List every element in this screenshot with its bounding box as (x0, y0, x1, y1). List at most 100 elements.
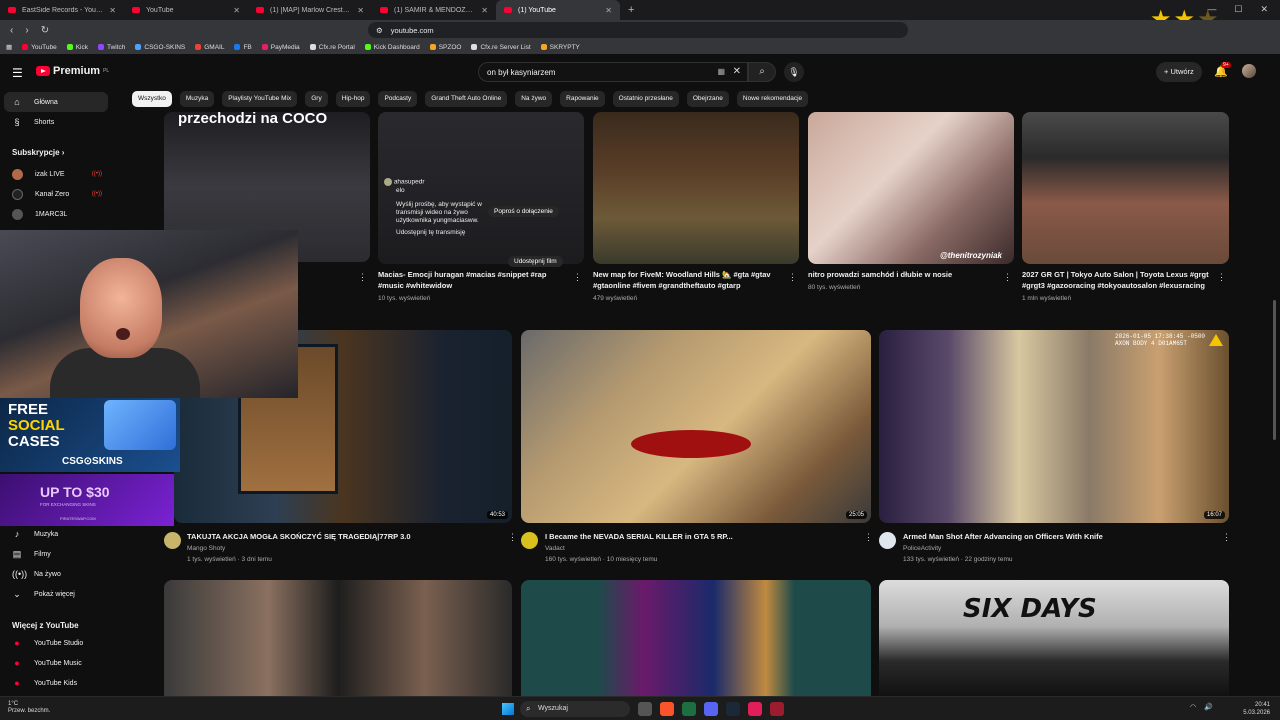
video-title[interactable]: TAKUJTA AKCJA MOGŁA SKOŃCZYĆ SIĘ TRAGEDI… (187, 531, 507, 542)
chip[interactable]: Ostatnio przesłane (612, 91, 679, 107)
request-to-join-button[interactable]: Poproś o dołączenie (488, 206, 559, 217)
sidebar-item-live[interactable]: ((•)) Na żywo (4, 564, 108, 584)
sidebar-item-home[interactable]: ⌂ Główna (4, 92, 108, 112)
forward-icon[interactable]: › (25, 25, 28, 36)
chip[interactable]: Muzyka (179, 91, 215, 107)
back-icon[interactable]: ‹ (10, 25, 13, 36)
apps-icon[interactable]: ▦ (6, 43, 12, 51)
more-options-icon[interactable]: ⋮ (788, 272, 797, 283)
bookmark[interactable]: Cfx.re Server List (471, 44, 531, 51)
wifi-icon[interactable]: ◠ (1190, 703, 1196, 711)
search-input[interactable]: on był kasyniarzem ▦ ✕ (478, 62, 748, 82)
close-icon[interactable]: ✕ (481, 6, 488, 15)
video-title[interactable]: Armed Man Shot After Advancing on Office… (903, 531, 1213, 542)
channel-name[interactable]: PoliceActivity (903, 543, 941, 554)
video-thumbnail[interactable] (1022, 112, 1229, 264)
url-field[interactable]: ⚙ youtube.com (368, 22, 908, 38)
close-icon[interactable]: ✕ (233, 6, 240, 15)
task-view-icon[interactable] (638, 702, 652, 716)
search-button[interactable]: ⌕ (748, 62, 776, 82)
video-title[interactable]: I Became the NEVADA SERIAL KILLER in GTA… (545, 531, 855, 542)
bookmark[interactable]: YouTube (22, 44, 57, 51)
bookmark[interactable]: PayMedia (261, 44, 300, 51)
share-video-button[interactable]: Udostępnij film (508, 256, 563, 267)
excel-icon[interactable] (682, 702, 696, 716)
more-options-icon[interactable]: ⋮ (864, 532, 873, 543)
bookmark[interactable]: SKRYPTY (540, 44, 580, 51)
bookmark[interactable]: Kick (66, 44, 88, 51)
video-title[interactable]: nitro prowadzi samchód i dłubie w nosie (808, 269, 1000, 280)
steam-icon[interactable] (726, 702, 740, 716)
video-thumbnail[interactable] (593, 112, 799, 264)
more-options-icon[interactable]: ⋮ (1217, 272, 1226, 283)
bookmark[interactable]: FB (234, 44, 252, 51)
video-thumbnail[interactable]: 25:05 (521, 330, 871, 523)
more-options-icon[interactable]: ⋮ (573, 272, 582, 283)
chip[interactable]: Na żywo (515, 91, 553, 107)
browser-tab[interactable]: (1) SAMIR & MENDOZA - EZY (Offic✕ (372, 0, 496, 20)
account-avatar[interactable] (1242, 64, 1256, 78)
browser-tab[interactable]: (1) [MAP] Marlow Crest Estate Mans✕ (248, 0, 372, 20)
channel-avatar[interactable] (521, 532, 538, 549)
start-button[interactable] (502, 703, 514, 715)
video-title[interactable]: Macias- Emocji huragan #macias #snippet … (378, 269, 574, 291)
weather-widget[interactable]: 1°C Przew. bezchm. (8, 701, 50, 715)
more-options-icon[interactable]: ⋮ (1003, 272, 1012, 283)
chip[interactable]: Nowe rekomendacje (736, 91, 809, 107)
site-settings-icon[interactable]: ⚙ (376, 26, 383, 35)
bookmark[interactable]: Kick Dashboard (364, 44, 420, 51)
sidebar-item-youtube-music[interactable]: ● YouTube Music (4, 653, 108, 673)
chip[interactable]: Obejrzane (686, 91, 729, 107)
volume-icon[interactable]: 🔊 (1204, 703, 1213, 711)
sidebar-item-subscription[interactable]: izak LIVE ((•)) (4, 164, 108, 184)
more-options-icon[interactable]: ⋮ (1222, 532, 1231, 543)
menu-icon[interactable]: ☰ (12, 66, 23, 80)
bookmark[interactable]: CSGO-SKINS (135, 44, 185, 51)
close-window-icon[interactable]: ✕ (1260, 4, 1268, 15)
close-icon[interactable]: ✕ (605, 6, 612, 15)
video-thumbnail[interactable] (164, 580, 512, 696)
taskbar-search[interactable]: ⌕ Wyszukaj (520, 701, 630, 717)
sidebar-item-subscription[interactable]: Kanał Zero ((•)) (4, 184, 108, 204)
csgo-skins-ad[interactable]: FREE SOCIAL CASES CSG⊙SKINS (0, 398, 180, 472)
video-thumbnail[interactable]: SIX DAYS (879, 580, 1229, 696)
video-thumbnail[interactable]: 2026-01-05 17:38:45 -0500 AXON BODY 4 D0… (879, 330, 1229, 523)
chip[interactable]: Gry (305, 91, 328, 107)
sidebar-item-youtube-kids[interactable]: ● YouTube Kids (4, 673, 108, 693)
video-title[interactable]: New map for FiveM: Woodland Hills 🏡 #gta… (593, 269, 785, 291)
more-options-icon[interactable]: ⋮ (358, 272, 367, 283)
clear-search-icon[interactable]: ✕ (733, 66, 741, 77)
video-title[interactable]: 2027 GR GT | Tokyo Auto Salon | Toyota L… (1022, 269, 1218, 291)
page-scrollbar[interactable] (1273, 300, 1276, 440)
new-tab-button[interactable]: + (620, 4, 642, 16)
chip[interactable]: Playlisty YouTube Mix (222, 91, 298, 107)
bookmark[interactable]: Cfx.re Portal (309, 44, 355, 51)
channel-name[interactable]: Mango Shoty (187, 543, 225, 554)
close-icon[interactable]: ✕ (109, 6, 116, 15)
sidebar-item-subscription[interactable]: 1MARC3L (4, 204, 108, 224)
sidebar-item-shorts[interactable]: § Shorts (4, 112, 108, 132)
browser-tab[interactable]: EastSide Records - YouTube ✕ (0, 0, 124, 20)
browser-tab-active[interactable]: (1) YouTube ✕ (496, 0, 620, 20)
chip[interactable]: Wszystko (132, 91, 172, 107)
sidebar-item-show-more[interactable]: ⌄ Pokaż więcej (4, 584, 108, 604)
notifications-button[interactable]: 🔔 9+ (1214, 62, 1231, 78)
channel-name[interactable]: Vadact (545, 543, 565, 554)
chip[interactable]: Podcasty (378, 91, 418, 107)
chip[interactable]: Rapowanie (560, 91, 605, 107)
bookmark[interactable]: Twitch (97, 44, 125, 51)
app-icon[interactable] (770, 702, 784, 716)
maximize-icon[interactable]: ☐ (1234, 4, 1242, 15)
more-options-icon[interactable]: ⋮ (508, 532, 517, 543)
pirateswap-ad[interactable]: UP TO $30 FOR EXCHANGING SKINS PIRATESWA… (0, 474, 174, 526)
youtube-logo[interactable]: Premium PL (36, 65, 109, 77)
subscriptions-heading[interactable]: Subskrypcje › (12, 148, 64, 157)
voice-search-button[interactable]: 🎙 (784, 62, 804, 82)
video-thumbnail[interactable]: @thenitrozyniak (808, 112, 1014, 264)
app-icon[interactable] (748, 702, 762, 716)
discord-icon[interactable] (704, 702, 718, 716)
clock[interactable]: 20:41 5.03.2026 (1243, 701, 1270, 717)
sidebar-item-music[interactable]: ♪ Muzyka (4, 524, 108, 544)
video-thumbnail[interactable] (521, 580, 871, 696)
sidebar-item-films[interactable]: ▤ Filmy (4, 544, 108, 564)
